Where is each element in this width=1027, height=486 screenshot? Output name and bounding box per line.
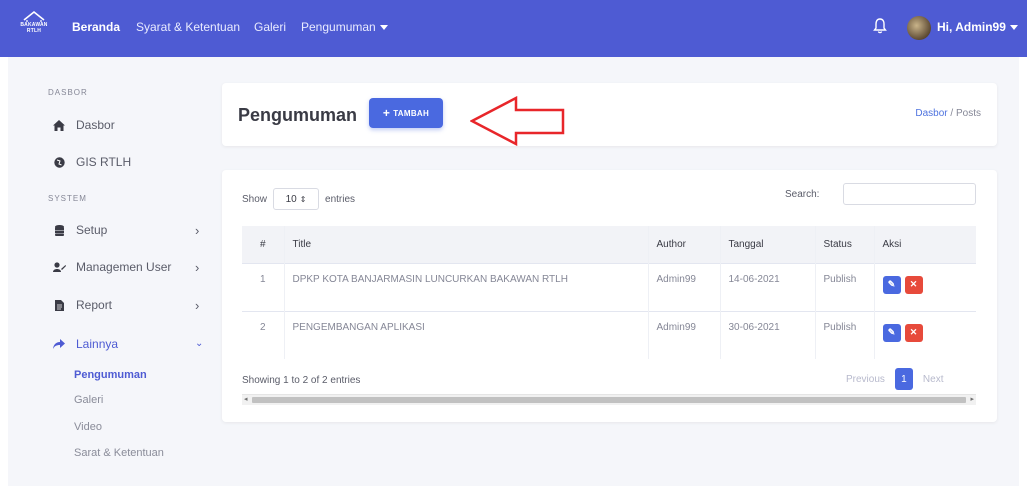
entries-length-control: Show 10 ⇕ entries bbox=[242, 188, 355, 210]
cell-number: 2 bbox=[242, 310, 284, 359]
sidebar-subitem-video[interactable]: Video bbox=[74, 421, 102, 433]
bell-icon[interactable] bbox=[873, 17, 887, 35]
entries-label: entries bbox=[325, 193, 356, 205]
cell-title: PENGEMBANGAN APLIKASI bbox=[283, 310, 648, 359]
nav-pengumuman-dropdown[interactable]: Pengumuman bbox=[301, 20, 388, 34]
column-header-aksi: Aksi bbox=[873, 226, 976, 263]
add-button[interactable]: + TAMBAH bbox=[369, 98, 443, 128]
cell-actions: ✎ ✕ bbox=[873, 262, 976, 311]
row-actions: ✎ ✕ bbox=[882, 323, 923, 342]
column-header-status[interactable]: Status bbox=[814, 226, 874, 263]
sidebar-item-label: Dasbor bbox=[76, 118, 115, 132]
pagination-page[interactable]: 1 bbox=[894, 368, 913, 390]
table-header-row: # Title Author Tanggal Status Aksi bbox=[242, 226, 976, 263]
cell-actions: ✎ ✕ bbox=[873, 310, 976, 359]
cell-date: 14-06-2021 bbox=[719, 262, 815, 311]
share-icon bbox=[52, 337, 66, 351]
sidebar-item-managemen-user[interactable]: Managemen User › bbox=[52, 257, 202, 277]
caret-down-icon bbox=[379, 25, 388, 31]
sidebar-item-lainnya[interactable]: Lainnya ⌄ bbox=[52, 334, 204, 354]
user-greeting: Hi, Admin99 bbox=[937, 20, 1006, 34]
caret-down-icon bbox=[1009, 25, 1018, 31]
sidebar-item-gis-rtlh[interactable]: GIS RTLH bbox=[52, 152, 202, 172]
posts-table: # Title Author Tanggal Status Aksi 1 DPK… bbox=[242, 226, 976, 359]
delete-icon[interactable]: ✕ bbox=[904, 323, 923, 342]
plus-icon: + bbox=[382, 106, 391, 120]
cell-status: Publish bbox=[814, 310, 874, 359]
brand-logo[interactable]: BAKAWAN RTLH bbox=[14, 10, 54, 46]
cell-author: Admin99 bbox=[647, 310, 720, 359]
add-button-label: TAMBAH bbox=[393, 108, 430, 118]
cell-author: Admin99 bbox=[647, 262, 720, 311]
sidebar-subitem-galeri[interactable]: Galeri bbox=[74, 394, 103, 406]
scroll-right-icon[interactable]: ▸ bbox=[970, 395, 974, 403]
user-menu-dropdown[interactable]: Hi, Admin99 bbox=[937, 20, 1018, 34]
entries-select[interactable]: 10 ⇕ bbox=[273, 188, 320, 210]
file-icon bbox=[52, 298, 66, 312]
table-row: 2 PENGEMBANGAN APLIKASI Admin99 30-06-20… bbox=[242, 310, 976, 359]
chevron-right-icon: › bbox=[195, 298, 200, 313]
sidebar-item-label: Report bbox=[76, 298, 113, 312]
top-navbar: BAKAWAN RTLH Beranda Syarat & Ketentuan … bbox=[0, 0, 1027, 57]
horizontal-scrollbar[interactable]: ◂ ▸ bbox=[242, 394, 976, 405]
page-title: Pengumuman bbox=[238, 105, 358, 125]
sort-arrows-icon: ⇕ bbox=[299, 194, 307, 204]
chevron-down-icon: ⌄ bbox=[195, 338, 204, 349]
show-label: Show bbox=[242, 193, 268, 205]
pagination-next[interactable]: Next bbox=[923, 374, 944, 385]
posts-table-card: Show 10 ⇕ entries Search: # Title Author… bbox=[222, 170, 997, 422]
globe-icon bbox=[52, 155, 66, 169]
column-header-number[interactable]: # bbox=[242, 226, 284, 263]
column-header-tanggal[interactable]: Tanggal bbox=[719, 226, 815, 263]
cell-status: Publish bbox=[814, 262, 874, 311]
brand-name-line2: RTLH bbox=[26, 28, 42, 34]
chevron-right-icon: › bbox=[195, 260, 200, 275]
users-icon bbox=[52, 260, 66, 274]
nav-syarat-ketentuan[interactable]: Syarat & Ketentuan bbox=[136, 20, 240, 34]
column-header-author[interactable]: Author bbox=[647, 226, 720, 263]
chevron-right-icon: › bbox=[195, 223, 200, 238]
sidebar-subitem-pengumuman[interactable]: Pengumuman bbox=[74, 369, 147, 381]
row-actions: ✎ ✕ bbox=[882, 275, 923, 294]
search-input[interactable] bbox=[843, 183, 976, 205]
sidebar-item-label: Lainnya bbox=[76, 337, 119, 351]
house-roof-icon bbox=[23, 10, 45, 22]
cell-number: 1 bbox=[242, 262, 284, 311]
table-row: 1 DPKP KOTA BANJARMASIN LUNCURKAN BAKAWA… bbox=[242, 262, 976, 311]
breadcrumb-separator: / bbox=[950, 108, 954, 119]
sidebar-subitem-sarat-ketentuan[interactable]: Sarat & Ketentuan bbox=[74, 447, 164, 459]
nav-beranda[interactable]: Beranda bbox=[72, 20, 120, 34]
pagination-previous[interactable]: Previous bbox=[846, 374, 885, 385]
breadcrumb-link-dasbor[interactable]: Dasbor bbox=[915, 108, 947, 119]
sidebar-item-dasbor[interactable]: Dasbor bbox=[52, 115, 202, 135]
search-label: Search: bbox=[785, 189, 820, 200]
cell-title: DPKP KOTA BANJARMASIN LUNCURKAN BAKAWAN … bbox=[283, 262, 648, 311]
nav-pengumuman-label: Pengumuman bbox=[301, 20, 376, 34]
table-info: Showing 1 to 2 of 2 entries bbox=[242, 375, 361, 386]
breadcrumb: Dasbor / Posts bbox=[915, 108, 981, 119]
delete-icon[interactable]: ✕ bbox=[904, 275, 923, 294]
entries-select-value: 10 bbox=[285, 193, 297, 205]
pagination: Previous 1 Next bbox=[846, 368, 943, 390]
edit-icon[interactable]: ✎ bbox=[882, 323, 901, 342]
page-header-card: Pengumuman + TAMBAH Dasbor / Posts bbox=[222, 83, 997, 146]
edit-icon[interactable]: ✎ bbox=[882, 275, 901, 294]
scrollbar-thumb[interactable] bbox=[252, 397, 966, 403]
column-header-title[interactable]: Title bbox=[283, 226, 648, 263]
annotation-arrow-icon bbox=[470, 96, 565, 146]
home-icon bbox=[52, 118, 66, 132]
cell-date: 30-06-2021 bbox=[719, 310, 815, 359]
nav-galeri[interactable]: Galeri bbox=[254, 20, 286, 34]
sidebar-heading-system: SYSTEM bbox=[48, 194, 87, 203]
database-icon bbox=[52, 223, 66, 237]
sidebar-item-label: GIS RTLH bbox=[76, 155, 132, 169]
sidebar-item-label: Managemen User bbox=[76, 260, 172, 274]
sidebar-item-label: Setup bbox=[76, 223, 108, 237]
breadcrumb-current: Posts bbox=[955, 108, 981, 119]
scroll-left-icon[interactable]: ◂ bbox=[244, 395, 248, 403]
sidebar-heading-dasbor: DASBOR bbox=[48, 88, 88, 97]
sidebar-item-setup[interactable]: Setup › bbox=[52, 220, 202, 240]
user-avatar[interactable] bbox=[907, 16, 931, 40]
sidebar-item-report[interactable]: Report › bbox=[52, 295, 202, 315]
